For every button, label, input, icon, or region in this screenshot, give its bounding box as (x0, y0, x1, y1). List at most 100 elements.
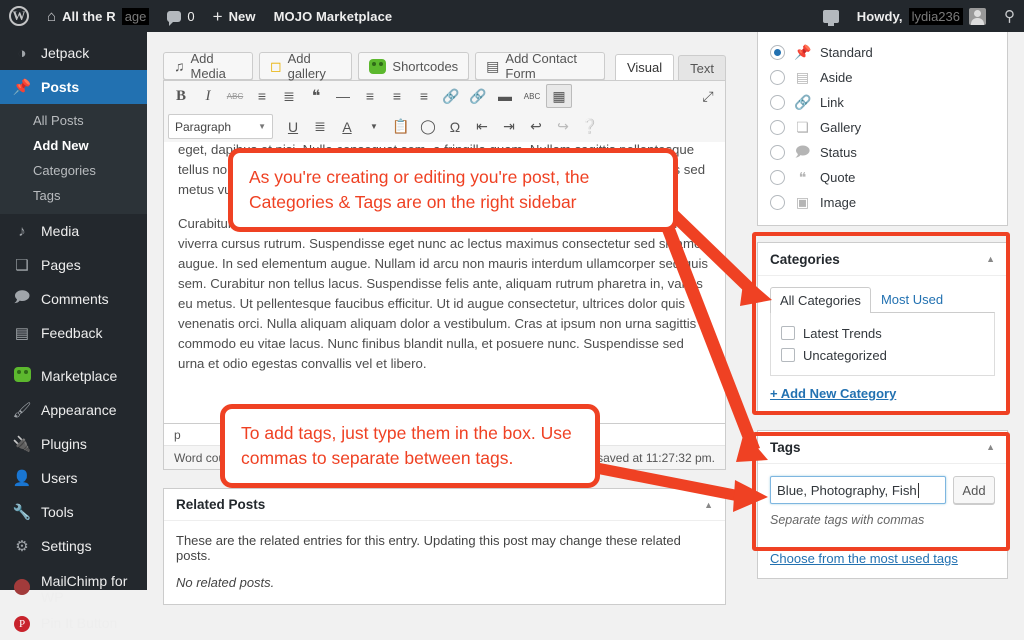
sidebar-item-jetpack[interactable]: ◑ Jetpack (0, 36, 147, 70)
account-menu[interactable]: Howdy, lydia236 (848, 0, 995, 32)
sidebar-item-pages[interactable]: ❑ Pages (0, 248, 147, 282)
editor-paragraph-2: Curabitur fermentum dui et ornare elemen… (178, 216, 708, 371)
paste-as-text-icon[interactable]: 📋 (388, 115, 414, 139)
sidebar-item-comments[interactable]: 🗩 Comments (0, 282, 147, 316)
sidebar-item-marketplace[interactable]: Marketplace (0, 359, 147, 393)
sidebar-item-pin-it-button[interactable]: P Pin It Button (0, 606, 147, 640)
align-left-icon[interactable]: ≡ (357, 84, 383, 108)
add-tag-button[interactable]: Add (953, 476, 995, 504)
mojo-marketplace-button[interactable]: MOJO Marketplace (265, 0, 402, 32)
format-option-gallery[interactable]: ❏ Gallery (770, 115, 995, 140)
add-new-category-link[interactable]: + Add New Category (758, 376, 1007, 413)
related-posts-body: These are the related entries for this e… (164, 521, 725, 604)
numbered-list-icon[interactable]: ≣ (276, 84, 302, 108)
comments-button[interactable]: 0 (158, 0, 203, 32)
fullscreen-icon[interactable]: ⤢ (695, 84, 721, 108)
checkbox-latest-trends[interactable] (781, 326, 795, 340)
tags-header[interactable]: Tags ▲ (758, 431, 1007, 464)
submenu-item-add-new[interactable]: Add New (0, 133, 147, 158)
related-posts-header[interactable]: Related Posts ▲ (164, 489, 725, 521)
collapse-toggle-icon[interactable]: ▲ (986, 442, 995, 452)
format-option-image[interactable]: ▣ Image (770, 190, 995, 215)
collapse-toggle-icon[interactable]: ▲ (986, 254, 995, 264)
horizontal-rule-icon[interactable]: — (330, 84, 356, 108)
justify-icon[interactable]: ≣ (307, 115, 333, 139)
radio-standard[interactable] (770, 45, 785, 60)
link-icon: 🔗 (794, 94, 812, 110)
strikethrough-icon[interactable]: ABC (222, 84, 248, 108)
sidebar-item-users[interactable]: 👤 Users (0, 461, 147, 495)
wordpress-logo-button[interactable]: W (0, 0, 38, 32)
format-option-quote[interactable]: ❝ Quote (770, 165, 995, 190)
text-color-icon[interactable]: A (334, 115, 360, 139)
italic-icon[interactable]: I (195, 84, 221, 108)
screen-options-button[interactable] (814, 0, 848, 32)
shortcodes-button[interactable]: Shortcodes (358, 52, 470, 80)
sidebar-item-mailchimp[interactable]: MailChimp for WP (0, 572, 147, 606)
collapse-toggle-icon[interactable]: ▲ (704, 500, 713, 510)
submenu-item-all-posts[interactable]: All Posts (0, 108, 147, 133)
align-center-icon[interactable]: ≡ (384, 84, 410, 108)
special-character-icon[interactable]: Ω (442, 115, 468, 139)
sidebar-item-appearance[interactable]: 🖌 Appearance (0, 393, 147, 427)
sidebar-item-settings[interactable]: ⚙ Settings (0, 529, 147, 563)
add-gallery-button[interactable]: ◻ Add gallery (258, 51, 353, 81)
related-posts-description: These are the related entries for this e… (176, 533, 681, 563)
sidebar-item-posts[interactable]: 📌 Posts (0, 70, 155, 104)
search-button[interactable]: ⚲ (995, 0, 1024, 32)
radio-quote[interactable] (770, 170, 785, 185)
toolbar-row-1: B I ABC ≡ ≣ ❝ — ≡ ≡ ≡ 🔗 🔗 ▬ ABC ▦ ⤢ (164, 81, 725, 111)
mailchimp-icon (14, 579, 30, 595)
redo-icon[interactable]: ↪ (550, 115, 576, 139)
add-media-button[interactable]: ♫ Add Media (163, 51, 253, 81)
tags-input[interactable]: Blue, Photography, Fish (770, 476, 946, 504)
new-content-button[interactable]: + New (204, 0, 265, 32)
bullet-list-icon[interactable]: ≡ (249, 84, 275, 108)
toolbar-row-2: Paragraph ▼ U ≣ A ▼ 📋 ◯ Ω ⇤ ⇥ ↩ ↪ ❔ (164, 111, 725, 142)
text-color-caret-icon[interactable]: ▼ (361, 115, 387, 139)
tab-visual[interactable]: Visual (614, 54, 675, 80)
tab-all-categories[interactable]: All Categories (770, 287, 871, 313)
read-more-icon[interactable]: ▬ (492, 84, 518, 108)
keyboard-shortcuts-icon[interactable]: ❔ (577, 115, 603, 139)
radio-link[interactable] (770, 95, 785, 110)
radio-gallery[interactable] (770, 120, 785, 135)
bold-icon[interactable]: B (168, 84, 194, 108)
submenu-item-categories[interactable]: Categories (0, 158, 147, 183)
categories-header[interactable]: Categories ▲ (758, 243, 1007, 276)
undo-icon[interactable]: ↩ (523, 115, 549, 139)
indent-icon[interactable]: ⇥ (496, 115, 522, 139)
category-row-uncategorized[interactable]: Uncategorized (781, 344, 984, 366)
format-option-aside[interactable]: ▤ Aside (770, 65, 995, 90)
outdent-icon[interactable]: ⇤ (469, 115, 495, 139)
radio-image[interactable] (770, 195, 785, 210)
blockquote-icon[interactable]: ❝ (303, 84, 329, 108)
format-option-standard[interactable]: 📌 Standard (770, 40, 995, 65)
sidebar-item-feedback[interactable]: ▤ Feedback (0, 316, 147, 350)
spellcheck-icon[interactable]: ABC (519, 84, 545, 108)
insert-link-icon[interactable]: 🔗 (438, 84, 464, 108)
sidebar-item-plugins[interactable]: 🔌 Plugins (0, 427, 147, 461)
paragraph-format-select[interactable]: Paragraph ▼ (168, 114, 273, 139)
checkbox-uncategorized[interactable] (781, 348, 795, 362)
clear-formatting-icon[interactable]: ◯ (415, 115, 441, 139)
unlink-icon[interactable]: 🔗 (465, 84, 491, 108)
radio-status[interactable] (770, 145, 785, 160)
most-used-tags-link[interactable]: Choose from the most used tags (758, 541, 1007, 578)
related-posts-metabox: Related Posts ▲ These are the related en… (163, 488, 726, 605)
align-right-icon[interactable]: ≡ (411, 84, 437, 108)
sidebar-item-media[interactable]: ♪ Media (0, 214, 147, 248)
tab-text[interactable]: Text (678, 55, 726, 80)
underline-icon[interactable]: U (280, 115, 306, 139)
tab-most-used[interactable]: Most Used (871, 286, 953, 312)
sidebar-item-tools[interactable]: 🔧 Tools (0, 495, 147, 529)
add-contact-form-button[interactable]: ▤ Add Contact Form (475, 51, 605, 81)
category-row-latest-trends[interactable]: Latest Trends (781, 322, 984, 344)
radio-aside[interactable] (770, 70, 785, 85)
submenu-item-tags[interactable]: Tags (0, 183, 147, 208)
sidebar-label-pin-it: Pin It Button (41, 615, 118, 631)
format-option-status[interactable]: 🗩 Status (770, 140, 995, 165)
site-name-button[interactable]: ⌂ All the R age (38, 0, 158, 32)
toolbar-toggle-icon[interactable]: ▦ (546, 84, 572, 108)
format-option-link[interactable]: 🔗 Link (770, 90, 995, 115)
